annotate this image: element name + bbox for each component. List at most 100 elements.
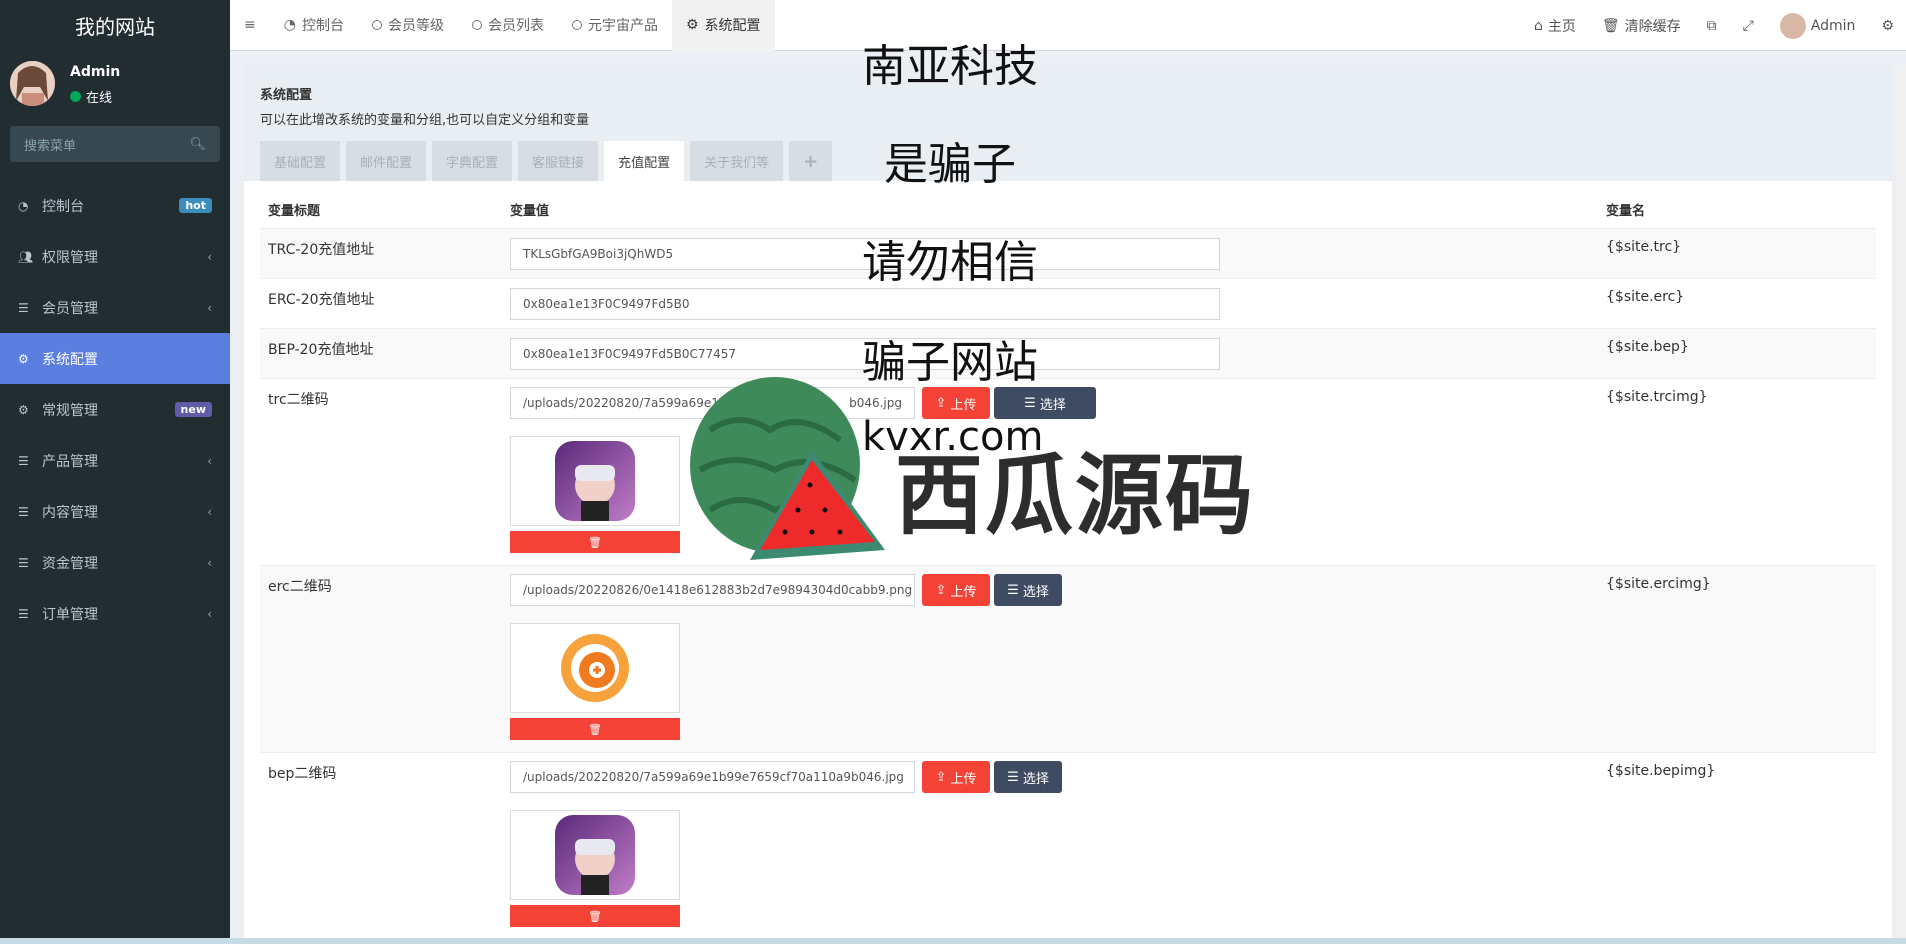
choose-label: 选择	[1022, 584, 1049, 600]
tab-recharge-config[interactable]: 充值配置	[604, 141, 685, 181]
delete-image-button[interactable]: 🗑︎	[510, 905, 680, 927]
list-icon: ☰	[18, 453, 29, 468]
tab-label: 系统配置	[704, 18, 761, 34]
trash-icon: 🗑︎	[1601, 17, 1620, 34]
overlay-text-2: 是骗子	[884, 139, 1016, 190]
clear-cache-label: 清除缓存	[1624, 18, 1681, 35]
upload-label: 上传	[950, 397, 977, 413]
list-icon: ☰	[1007, 769, 1019, 785]
settings-button[interactable]: ⚙	[1881, 18, 1894, 34]
tab-metaverse-products[interactable]: 元宇宙产品	[558, 0, 672, 51]
search-placeholder: 搜索菜单	[24, 138, 77, 154]
bottom-strip	[0, 938, 1906, 944]
sidebar-item-funds[interactable]: ☰ 资金管理 ‹	[0, 537, 230, 588]
search-icon[interactable]: 🔍︎	[189, 137, 206, 152]
upload-icon: ⇪	[935, 395, 947, 411]
table-row: bep二维码 /uploads/20220820/7a599a69e1b99e7…	[260, 753, 1876, 940]
tab-support-links[interactable]: 客服链接	[518, 141, 599, 181]
bep-qrcode-thumbnail	[510, 810, 680, 900]
page-title: 系统配置	[260, 88, 313, 103]
sidebar-item-general[interactable]: ⚙ 常规管理 new	[0, 384, 230, 435]
config-tabs: 基础配置 邮件配置 字典配置 客服链接 充值配置 关于我们等 +	[260, 141, 833, 181]
sidebar-item-system-config[interactable]: ⚙ 系统配置	[0, 333, 230, 384]
gears-icon: ⚙	[18, 402, 29, 417]
tab-member-list[interactable]: 会员列表	[458, 0, 558, 51]
sidebar-item-label: 资金管理	[42, 555, 98, 572]
tab-basic-config[interactable]: 基础配置	[260, 141, 341, 181]
clear-cache-button[interactable]: 🗑︎ 清除缓存	[1602, 16, 1681, 36]
fullscreen-button[interactable]: ⤢	[1743, 18, 1754, 34]
erc-address-input[interactable]: 0x80ea1e13F0C9497Fd5B0	[510, 288, 1220, 320]
dashboard-icon: ◔	[18, 198, 29, 213]
sidebar: 我的网站 Admin 在线 搜索菜单 🔍︎ ◔ 控制台 hot 👥︎ 权限管理 ‹ ☰ 会…	[0, 0, 230, 944]
sidebar-item-label: 订单管理	[42, 606, 98, 623]
row-title: ERC-20充值地址	[268, 292, 375, 308]
user-name: Admin	[70, 64, 121, 80]
new-badge: new	[174, 402, 212, 417]
row-var-name: {$site.bep}	[1606, 339, 1689, 355]
user-name: Admin	[1810, 17, 1856, 34]
delete-image-button[interactable]: 🗑︎	[510, 531, 680, 553]
user-status: 在线	[70, 87, 112, 106]
watermark-text: 西瓜源码	[895, 444, 1256, 547]
status-text: 在线	[86, 91, 113, 106]
sidebar-item-dashboard[interactable]: ◔ 控制台 hot	[0, 180, 230, 231]
upload-button[interactable]: ⇪ 上传	[922, 574, 990, 606]
choose-label: 选择	[1022, 771, 1049, 787]
sidebar-item-products[interactable]: ☰ 产品管理 ‹	[0, 435, 230, 486]
tab-label: 会员等级	[387, 18, 444, 34]
sidebar-item-label: 系统配置	[42, 351, 98, 368]
choose-button[interactable]: ☰ 选择	[994, 574, 1062, 606]
row-var-name: {$site.trc}	[1606, 239, 1682, 255]
scrollbar[interactable]	[1896, 66, 1906, 940]
translate-button[interactable]: ⧉	[1707, 18, 1717, 34]
home-link[interactable]: ⌂ 主页	[1534, 16, 1576, 36]
watermelon-logo	[680, 370, 890, 570]
sidebar-item-content[interactable]: ☰ 内容管理 ‹	[0, 486, 230, 537]
tab-system-config[interactable]: ⚙ 系统配置	[671, 0, 775, 51]
tab-dashboard[interactable]: ◔ 控制台	[270, 0, 358, 51]
sidebar-menu: ◔ 控制台 hot 👥︎ 权限管理 ‹ ☰ 会员管理 ‹ ⚙ 系统配置 ⚙ 常规管理 new ☰ 产…	[0, 180, 230, 639]
sidebar-item-orders[interactable]: ☰ 订单管理 ‹	[0, 588, 230, 639]
erc-qrcode-input[interactable]: /uploads/20220826/0e1418e612883b2d7e9894…	[510, 574, 915, 606]
tab-member-levels[interactable]: 会员等级	[358, 0, 458, 51]
sidebar-item-members[interactable]: ☰ 会员管理 ‹	[0, 282, 230, 333]
user-menu[interactable]: Admin	[1779, 12, 1856, 39]
tab-email-config[interactable]: 邮件配置	[346, 141, 427, 181]
table-row: BEP-20充值地址 0x80ea1e13F0C9497Fd5B0C77457 …	[260, 329, 1876, 379]
row-var-name: {$site.ercimg}	[1606, 576, 1711, 592]
sidebar-item-label: 权限管理	[42, 249, 98, 266]
bep-qrcode-input[interactable]: /uploads/20220820/7a599a69e1b99e7659cf70…	[510, 761, 915, 793]
row-title: TRC-20充值地址	[268, 242, 375, 258]
sidebar-item-label: 内容管理	[42, 504, 98, 521]
hamburger-icon: ≡	[244, 17, 256, 33]
row-title: bep二维码	[268, 766, 337, 782]
chevron-left-icon: ‹	[207, 453, 212, 468]
header-var: 变量名	[1606, 204, 1646, 219]
sidebar-search-input[interactable]: 搜索菜单 🔍︎	[10, 126, 220, 162]
sidebar-toggle-button[interactable]: ≡	[230, 0, 270, 51]
upload-label: 上传	[950, 584, 977, 600]
delete-image-button[interactable]: 🗑︎	[510, 718, 680, 740]
list-icon: ☰	[1007, 582, 1019, 598]
panel-header: 系统配置 可以在此增改系统的变量和分组,也可以自定义分组和变量 基础配置 邮件配…	[244, 66, 1892, 181]
choose-button[interactable]: ☰ 选择	[994, 761, 1062, 793]
tab-about-us[interactable]: 关于我们等	[690, 141, 784, 181]
topbar-right: ⌂ 主页 🗑︎ 清除缓存 ⧉ ⤢ Admin ⚙	[1534, 0, 1906, 51]
page-description: 可以在此增改系统的变量和分组,也可以自定义分组和变量	[260, 113, 590, 128]
gears-icon: ⚙	[1881, 17, 1894, 34]
list-icon: ☰	[18, 606, 29, 621]
row-title: trc二维码	[268, 392, 329, 408]
tab-dictionary-config[interactable]: 字典配置	[432, 141, 513, 181]
chevron-left-icon: ‹	[207, 555, 212, 570]
trash-icon: 🗑︎	[588, 535, 602, 549]
sidebar-item-permissions[interactable]: 👥︎ 权限管理 ‹	[0, 231, 230, 282]
upload-button[interactable]: ⇪ 上传	[922, 761, 990, 793]
chevron-left-icon: ‹	[207, 504, 212, 519]
circle-icon	[471, 20, 482, 30]
tab-label: 元宇宙产品	[587, 18, 658, 34]
site-title[interactable]: 我的网站	[0, 0, 230, 51]
add-tab-button[interactable]: +	[789, 141, 833, 181]
row-var-name: {$site.bepimg}	[1606, 763, 1716, 779]
upload-label: 上传	[950, 771, 977, 787]
